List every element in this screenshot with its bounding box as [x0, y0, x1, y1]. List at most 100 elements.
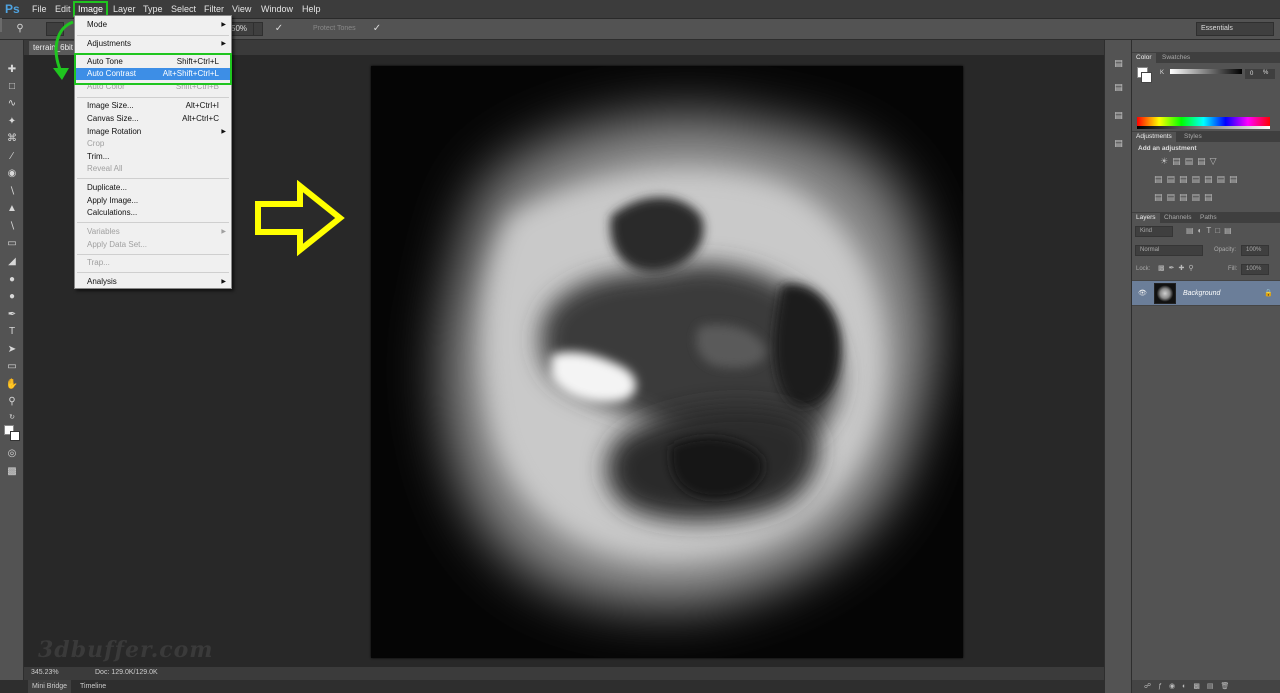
grayscale-ramp[interactable] — [1137, 126, 1270, 129]
crop-tool-icon[interactable]: ⌘ — [5, 133, 19, 145]
right-panels: Color Swatches K 0 % Adjustments Styles … — [1131, 40, 1280, 693]
tab-swatches[interactable]: Swatches — [1158, 53, 1194, 63]
zoom-tool-icon[interactable]: ⚲ — [5, 396, 19, 408]
k-channel-value[interactable]: 0 — [1245, 69, 1275, 79]
clone-stamp-tool-icon[interactable]: ▲ — [5, 203, 19, 215]
brush-tool-icon[interactable]: ∖ — [5, 186, 19, 198]
burn-tool-icon[interactable]: ● — [5, 291, 19, 303]
menu-layer[interactable]: Layer — [113, 4, 136, 14]
marquee-tool-icon[interactable]: □ — [5, 81, 19, 93]
menu-separator — [77, 222, 229, 223]
layer-row-background[interactable]: 👁 Background 🔒 — [1132, 280, 1280, 306]
eyedropper-tool-icon[interactable]: ∕ — [5, 151, 19, 163]
info-panel-icon[interactable]: ▤ — [1112, 110, 1125, 122]
rectangle-tool-icon[interactable]: ▭ — [5, 361, 19, 373]
history-panel-icon[interactable]: ▤ — [1112, 58, 1125, 70]
adjustment-icons-row-2[interactable]: ▤▤▤▤▤▤▤ — [1154, 174, 1242, 185]
layer-name[interactable]: Background — [1183, 290, 1220, 297]
tab-layers[interactable]: Layers — [1132, 213, 1160, 223]
menu-item-apply-image[interactable]: Apply Image... — [75, 195, 231, 207]
adjustment-icons-row-3[interactable]: ▤▤▤▤▤ — [1154, 192, 1217, 203]
menu-view[interactable]: View — [232, 4, 251, 14]
menu-item-variables[interactable]: Variables ▶ — [75, 226, 231, 238]
path-select-tool-icon[interactable]: ➤ — [5, 344, 19, 356]
menu-item-trap[interactable]: Trap... — [75, 257, 231, 269]
submenu-arrow-icon: ▶ — [221, 22, 226, 28]
submenu-arrow-icon: ▶ — [221, 41, 226, 47]
type-tool-icon[interactable]: T — [5, 326, 19, 338]
menu-item-duplicate[interactable]: Duplicate... — [75, 182, 231, 194]
lock-icons[interactable]: ▩✒✚⚲ — [1158, 264, 1197, 272]
tab-channels[interactable]: Channels — [1160, 213, 1195, 223]
pen-tool-icon[interactable]: ✒ — [5, 309, 19, 321]
brush-panel-icon[interactable]: ▤ — [1112, 138, 1125, 150]
airbrush-icon[interactable]: ✓ — [272, 23, 286, 35]
dodge-tool-icon[interactable]: ● — [5, 274, 19, 286]
k-unit: % — [1263, 70, 1269, 76]
zoom-dropdown[interactable] — [253, 22, 263, 36]
menu-item-image-rotation[interactable]: Image Rotation ▶ — [75, 126, 231, 138]
lock-label: Lock: — [1136, 266, 1151, 272]
menu-item-apply-data-set[interactable]: Apply Data Set... — [75, 239, 231, 251]
menu-item-trim[interactable]: Trim... — [75, 151, 231, 163]
properties-panel-icon[interactable]: ▤ — [1112, 82, 1125, 94]
history-brush-tool-icon[interactable]: ∖ — [5, 221, 19, 233]
adjustment-icons-row-1[interactable]: ☀▤▤▤▽ — [1160, 156, 1221, 167]
menu-filter[interactable]: Filter — [204, 4, 224, 14]
submenu-arrow-icon: ▶ — [221, 229, 226, 235]
paint-bucket-tool-icon[interactable]: ◢ — [5, 256, 19, 268]
swap-colors-icon[interactable]: ↻ — [5, 412, 19, 424]
layers-footer-icons[interactable]: ☍ƒ◉◐▩▤🗑 — [1132, 680, 1280, 693]
menu-select[interactable]: Select — [171, 4, 196, 14]
menu-item-crop[interactable]: Crop — [75, 138, 231, 150]
menu-item-image-size[interactable]: Image Size... Alt+Ctrl+I — [75, 100, 231, 112]
menu-window[interactable]: Window — [261, 4, 293, 14]
watermark: 3dbuffer.com — [38, 637, 214, 663]
zoom-tool-preset-icon[interactable]: ⚲ — [13, 23, 27, 35]
protect-tones-checkbox[interactable] — [0, 18, 2, 32]
menu-item-analysis[interactable]: Analysis ▶ — [75, 276, 231, 288]
menu-help[interactable]: Help — [302, 4, 321, 14]
quick-select-tool-icon[interactable]: ✦ — [5, 116, 19, 128]
menu-item-mode[interactable]: Mode ▶ — [75, 19, 231, 31]
eraser-tool-icon[interactable]: ▭ — [5, 238, 19, 250]
pressure-icon[interactable]: ✓ — [370, 23, 384, 35]
menu-edit[interactable]: Edit — [55, 4, 71, 14]
zoom-status[interactable]: 345.23% — [31, 669, 59, 676]
menu-file[interactable]: File — [32, 4, 47, 14]
lock-icon[interactable]: 🔒 — [1264, 289, 1273, 297]
layer-thumbnail — [1154, 283, 1176, 304]
menu-item-adjustments[interactable]: Adjustments ▶ — [75, 38, 231, 50]
hand-tool-icon[interactable]: ✋ — [5, 379, 19, 391]
tab-paths[interactable]: Paths — [1196, 213, 1221, 223]
layers-panel-tabs: Layers Channels Paths — [1132, 212, 1280, 223]
opacity-field[interactable]: 100% — [1241, 245, 1269, 256]
healing-brush-tool-icon[interactable]: ◉ — [5, 168, 19, 180]
menu-item-reveal-all[interactable]: Reveal All — [75, 163, 231, 175]
workspace-switcher[interactable]: Essentials — [1196, 22, 1274, 36]
layer-filter-kind[interactable]: Kind — [1135, 226, 1173, 237]
lasso-tool-icon[interactable]: ∿ — [5, 98, 19, 110]
tab-mini-bridge[interactable]: Mini Bridge — [28, 680, 72, 693]
screen-mode-icon[interactable]: ▩ — [5, 466, 19, 478]
tab-styles[interactable]: Styles — [1180, 132, 1206, 142]
background-color-swatch[interactable] — [10, 431, 20, 441]
tab-timeline[interactable]: Timeline — [76, 680, 110, 693]
bottom-panel-tabs: Mini Bridge Timeline — [0, 680, 1130, 693]
k-channel-slider[interactable] — [1170, 69, 1242, 74]
menu-item-calculations[interactable]: Calculations... — [75, 207, 231, 219]
tab-adjustments[interactable]: Adjustments — [1132, 132, 1176, 142]
move-tool-icon[interactable]: ✚ — [5, 64, 19, 76]
fill-field[interactable]: 100% — [1241, 264, 1269, 275]
terrain-heightmap-image[interactable] — [371, 66, 963, 658]
photoshop-logo: Ps — [5, 2, 20, 16]
visibility-eye-icon[interactable]: 👁 — [1138, 289, 1147, 297]
layer-filter-icons[interactable]: ▤◐T□▤ — [1186, 226, 1236, 235]
color-background-swatch[interactable] — [1141, 72, 1152, 83]
menu-type[interactable]: Type — [143, 4, 163, 14]
tab-color[interactable]: Color — [1132, 53, 1156, 63]
color-spectrum-ramp[interactable] — [1137, 117, 1270, 126]
blend-mode-select[interactable]: Normal — [1135, 245, 1203, 256]
menu-item-canvas-size[interactable]: Canvas Size... Alt+Ctrl+C — [75, 113, 231, 125]
quick-mask-icon[interactable]: ◎ — [5, 448, 19, 460]
